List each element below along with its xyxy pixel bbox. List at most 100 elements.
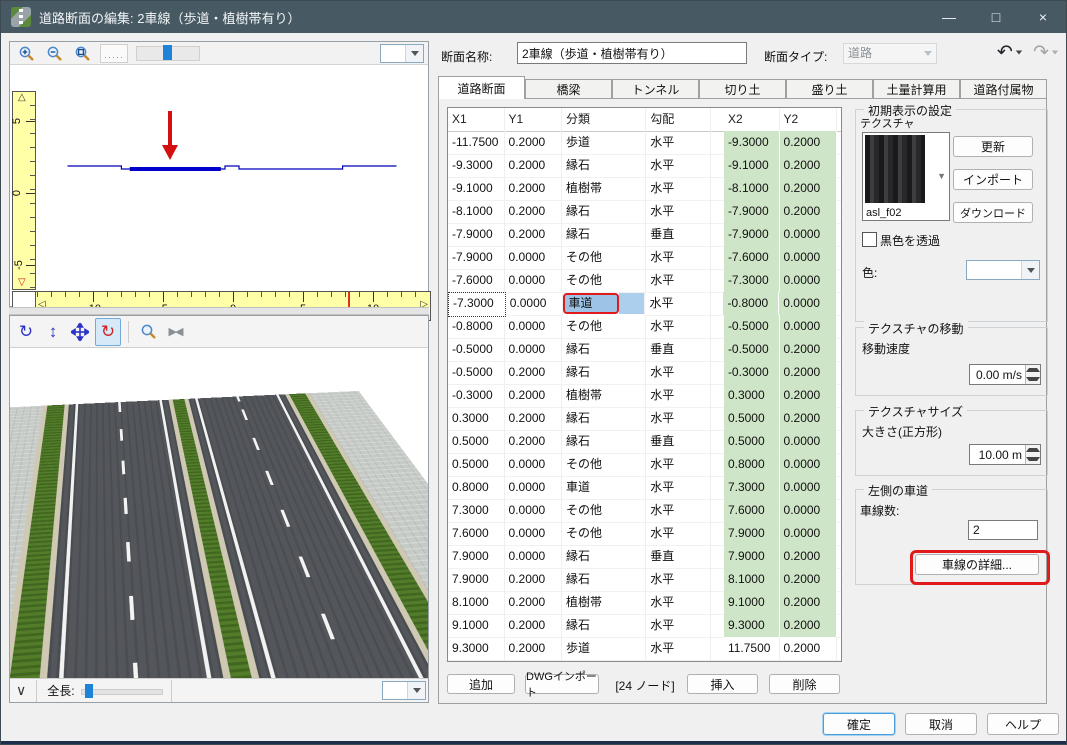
- table-cell[interactable]: 水平: [646, 154, 711, 178]
- table-cell[interactable]: 9.1000: [448, 614, 505, 638]
- table-cell[interactable]: -0.5000: [724, 315, 780, 339]
- table-cell[interactable]: 0.0000: [506, 292, 564, 316]
- table-cell[interactable]: 水平: [646, 177, 711, 201]
- tab-tunnel[interactable]: トンネル: [612, 79, 699, 98]
- table-row[interactable]: 7.60000.0000その他水平7.90000.0000: [448, 522, 841, 545]
- table-cell[interactable]: その他: [562, 246, 646, 270]
- orbit-horizontal-icon[interactable]: ↻: [14, 319, 38, 345]
- table-cell[interactable]: その他: [562, 453, 646, 477]
- table-cell[interactable]: 7.9000: [448, 545, 505, 569]
- table-cell[interactable]: [711, 407, 724, 431]
- section-table[interactable]: X1Y1分類勾配X2Y2 -11.75000.2000歩道水平-9.30000.…: [447, 107, 842, 662]
- color-combo[interactable]: [966, 260, 1040, 280]
- table-cell[interactable]: 0.5000: [448, 430, 505, 454]
- table-cell[interactable]: -9.3000: [724, 131, 780, 155]
- move-vertical-icon[interactable]: ↕: [41, 319, 65, 345]
- slider-thumb[interactable]: [163, 45, 172, 60]
- table-cell[interactable]: 0.2000: [505, 591, 562, 615]
- table-cell[interactable]: 0.2000: [505, 154, 562, 178]
- table-cell[interactable]: 0.2000: [780, 384, 837, 408]
- table-cell[interactable]: [837, 637, 841, 661]
- table-cell[interactable]: 縁石: [562, 568, 646, 592]
- table-row[interactable]: 9.30000.2000歩道水平11.75000.2000: [448, 637, 841, 660]
- table-cell[interactable]: 縁石: [562, 545, 646, 569]
- tab-cut[interactable]: 切り土: [699, 79, 786, 98]
- table-cell[interactable]: -9.1000: [724, 154, 780, 178]
- table-row[interactable]: -8.10000.2000縁石水平-7.90000.2000: [448, 200, 841, 223]
- lane-detail-button[interactable]: 車線の詳細...: [915, 554, 1039, 575]
- table-cell[interactable]: -7.9000: [724, 223, 780, 247]
- zoom-region-icon[interactable]: [136, 319, 160, 345]
- table-cell[interactable]: [837, 407, 841, 431]
- table-cell[interactable]: [711, 430, 724, 454]
- selected-class-cell[interactable]: 車道: [563, 292, 645, 315]
- close-button[interactable]: ×: [1020, 1, 1066, 33]
- table-cell[interactable]: [711, 315, 724, 339]
- redo-button[interactable]: ↷: [1033, 43, 1059, 62]
- table-cell[interactable]: [837, 384, 841, 408]
- table-cell[interactable]: -8.1000: [724, 177, 780, 201]
- table-cell[interactable]: [711, 223, 724, 247]
- table-row[interactable]: -11.75000.2000歩道水平-9.30000.2000: [448, 131, 841, 154]
- tab-fill[interactable]: 盛り土: [786, 79, 873, 98]
- table-cell[interactable]: [837, 269, 841, 293]
- table-row[interactable]: 0.50000.0000その他水平0.80000.0000: [448, 453, 841, 476]
- table-cell[interactable]: 0.5000: [724, 430, 780, 454]
- table-cell[interactable]: [711, 200, 724, 224]
- minimize-button[interactable]: —: [926, 1, 972, 33]
- table-cell[interactable]: 9.1000: [724, 591, 780, 615]
- table-cell[interactable]: [711, 269, 724, 293]
- table-cell[interactable]: 水平: [646, 131, 711, 155]
- table-cell[interactable]: 7.6000: [724, 499, 780, 523]
- table-cell[interactable]: 8.1000: [448, 591, 505, 615]
- table-cell[interactable]: -0.5000: [724, 338, 780, 362]
- table-cell[interactable]: 0.2000: [505, 407, 562, 431]
- table-cell[interactable]: -7.6000: [724, 246, 780, 270]
- table-cell[interactable]: -9.3000: [448, 154, 505, 178]
- table-cell[interactable]: 縁石: [562, 154, 646, 178]
- table-cell[interactable]: 0.0000: [780, 246, 837, 270]
- table-cell[interactable]: [837, 177, 841, 201]
- table-cell[interactable]: 水平: [646, 568, 711, 592]
- vertical-ruler[interactable]: △ ▽ 50-5: [12, 91, 36, 290]
- table-cell[interactable]: 歩道: [562, 131, 646, 155]
- table-cell[interactable]: -0.5000: [448, 338, 505, 362]
- table-cell[interactable]: -0.3000: [448, 384, 505, 408]
- table-cell[interactable]: [837, 568, 841, 592]
- add-button[interactable]: 追加: [447, 674, 515, 694]
- table-cell[interactable]: 水平: [646, 200, 711, 224]
- table-cell[interactable]: 0.2000: [780, 338, 837, 362]
- table-cell[interactable]: -0.5000: [448, 361, 505, 385]
- table-row[interactable]: -9.30000.2000縁石水平-9.10000.2000: [448, 154, 841, 177]
- table-cell[interactable]: [711, 614, 724, 638]
- table-row[interactable]: 0.30000.2000縁石水平0.50000.2000: [448, 407, 841, 430]
- table-row[interactable]: 0.50000.2000縁石垂直0.50000.0000: [448, 430, 841, 453]
- table-cell[interactable]: 0.2000: [505, 200, 562, 224]
- table-cell[interactable]: 0.5000: [448, 453, 505, 477]
- column-header[interactable]: X2: [724, 108, 780, 132]
- table-cell[interactable]: [837, 614, 841, 638]
- table-cell[interactable]: 0.2000: [505, 384, 562, 408]
- table-cell[interactable]: [711, 177, 724, 201]
- table-cell[interactable]: -7.9000: [448, 246, 505, 270]
- table-cell[interactable]: -7.3000: [724, 269, 780, 293]
- table-cell[interactable]: 水平: [646, 476, 711, 500]
- table-cell[interactable]: 0.0000: [780, 499, 837, 523]
- table-cell[interactable]: 7.9000: [448, 568, 505, 592]
- table-cell[interactable]: -7.6000: [448, 269, 505, 293]
- table-cell[interactable]: 車道: [562, 476, 646, 500]
- table-cell[interactable]: 0.2000: [780, 154, 837, 178]
- table-cell[interactable]: 0.2000: [505, 223, 562, 247]
- table-cell[interactable]: 縁石: [562, 223, 646, 247]
- table-cell[interactable]: 0.2000: [780, 591, 837, 615]
- table-cell[interactable]: [711, 246, 724, 270]
- maximize-button[interactable]: □: [973, 1, 1019, 33]
- table-cell[interactable]: その他: [562, 499, 646, 523]
- table-row[interactable]: 0.80000.0000車道水平7.30000.0000: [448, 476, 841, 499]
- section-type-combo[interactable]: 道路: [843, 43, 937, 64]
- table-cell[interactable]: [837, 154, 841, 178]
- profile-view[interactable]: △ ▽ 50-5 ◁ ▷ -10-50510: [10, 65, 428, 306]
- column-header[interactable]: Y1: [505, 108, 562, 132]
- table-cell[interactable]: 0.2000: [780, 131, 837, 155]
- table-cell[interactable]: その他: [562, 269, 646, 293]
